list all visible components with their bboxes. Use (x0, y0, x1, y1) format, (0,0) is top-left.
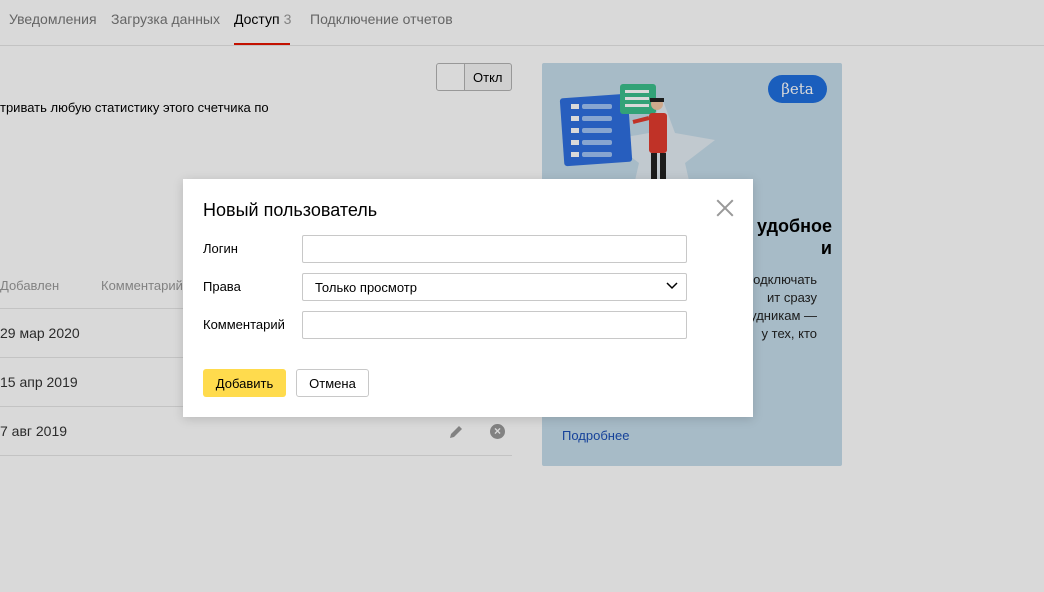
login-label: Логин (203, 241, 238, 256)
add-button[interactable]: Добавить (203, 369, 286, 397)
login-input[interactable] (302, 235, 687, 263)
comment-label: Комментарий (203, 317, 285, 332)
chevron-down-icon (666, 282, 678, 290)
comment-input[interactable] (302, 311, 687, 339)
rights-select-value: Только просмотр (315, 280, 417, 295)
new-user-dialog: Новый пользователь Логин Права Только пр… (183, 179, 753, 417)
rights-label: Права (203, 279, 241, 294)
cancel-button[interactable]: Отмена (296, 369, 369, 397)
dialog-title: Новый пользователь (203, 200, 378, 220)
rights-select[interactable]: Только просмотр (302, 273, 687, 301)
close-icon[interactable] (716, 199, 734, 217)
